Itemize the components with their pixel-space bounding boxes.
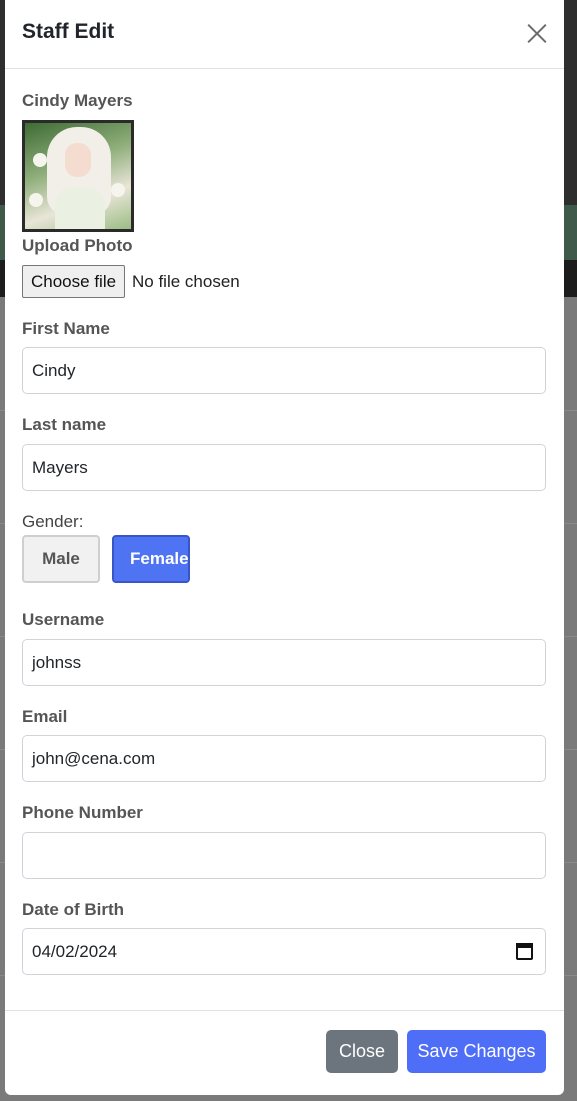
staff-photo (22, 120, 134, 232)
email-label: Email (22, 707, 68, 726)
photo-flower (111, 183, 125, 197)
choose-file-button[interactable]: Choose file (22, 265, 126, 298)
modal-footer: Close Save Changes (5, 1010, 564, 1095)
photo-dress (55, 187, 105, 229)
email-input[interactable]: john@cena.com (22, 735, 546, 782)
gender-male-button[interactable]: Male (22, 535, 100, 583)
photo-flower (33, 153, 47, 167)
phone-label: Phone Number (22, 803, 143, 822)
phone-input[interactable] (22, 832, 546, 879)
close-icon[interactable] (524, 20, 550, 46)
first-name-input[interactable]: Cindy (22, 347, 546, 394)
gender-label: Gender: (22, 512, 84, 531)
upload-photo-label: Upload Photo (22, 236, 133, 255)
file-status: No file chosen (132, 272, 240, 291)
calendar-icon[interactable] (516, 943, 533, 960)
dob-value: 04/02/2024 (32, 942, 118, 961)
staff-name: Cindy Mayers (22, 91, 133, 110)
gender-female-button[interactable]: Female (112, 535, 190, 583)
username-label: Username (22, 610, 105, 629)
staff-edit-modal: Staff Edit Cindy Mayers Upload Photo Cho… (5, 0, 564, 1095)
last-name-input[interactable]: Mayers (22, 444, 546, 491)
last-name-label: Last name (22, 415, 107, 434)
modal-title: Staff Edit (22, 20, 115, 43)
dob-label: Date of Birth (22, 900, 124, 919)
photo-flower (29, 193, 43, 207)
modal-header: Staff Edit (5, 0, 564, 69)
photo-face (65, 143, 91, 177)
close-button[interactable]: Close (326, 1030, 398, 1073)
first-name-label: First Name (22, 319, 110, 338)
username-input[interactable]: johnss (22, 639, 546, 686)
save-changes-button[interactable]: Save Changes (407, 1030, 546, 1073)
dob-input[interactable]: 04/02/2024 (22, 928, 546, 975)
